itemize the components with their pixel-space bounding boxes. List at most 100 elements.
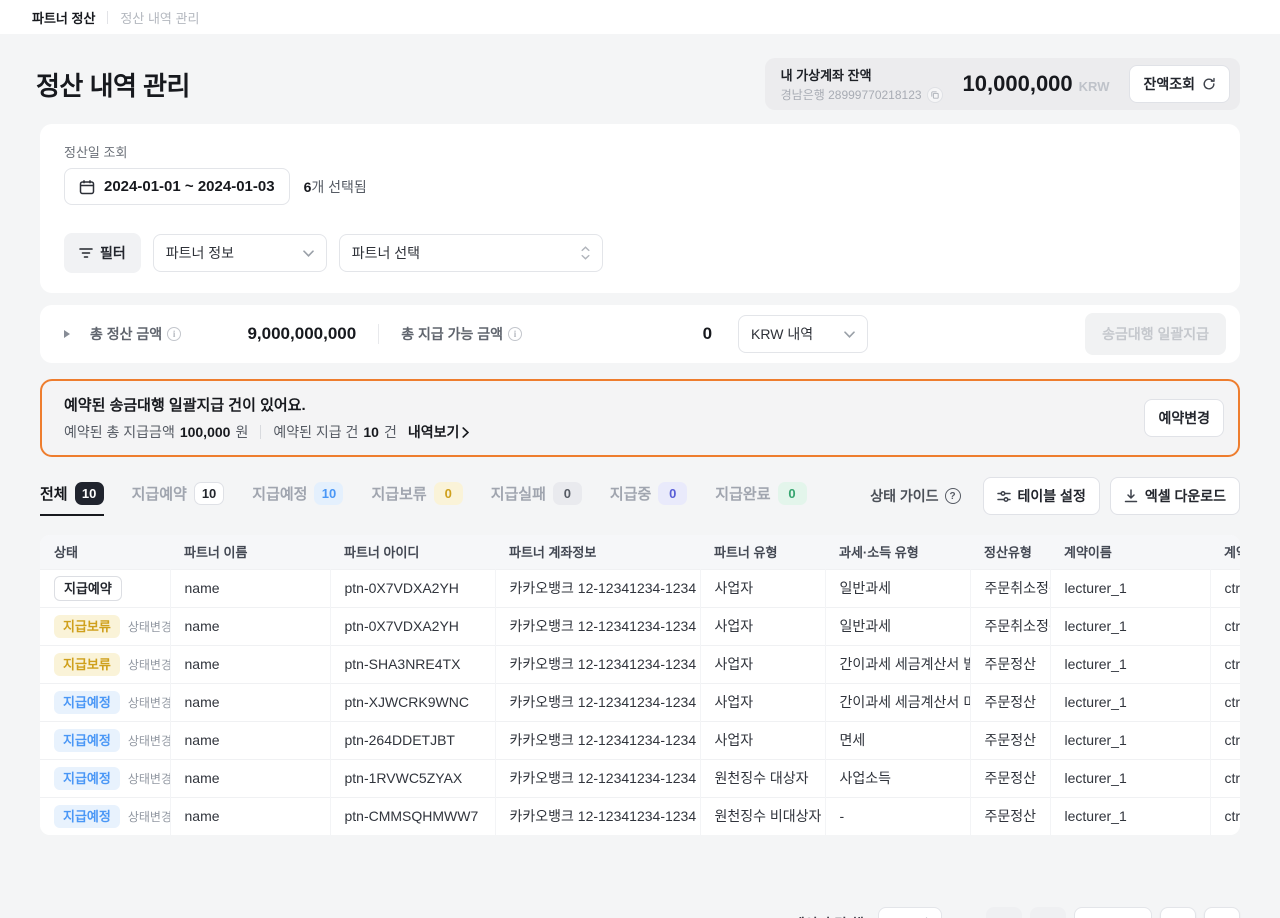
status-cell: 지급예정 상태변경 — [40, 683, 170, 721]
status-change-link[interactable]: 상태변경 — [128, 618, 170, 635]
table-row: 지급예정상태변경nameptn-XJWCRK9WNC카카오뱅크 12-12341… — [40, 683, 1240, 721]
bulk-transfer-button[interactable]: 송금대행 일괄지급 — [1085, 313, 1226, 355]
status-change-link[interactable]: 상태변경 — [128, 770, 170, 787]
table-cell: 사업자 — [700, 607, 825, 645]
table-cell: lecturer_1 — [1050, 759, 1210, 797]
table-cell: lecturer_1 — [1050, 645, 1210, 683]
table-cell: name — [170, 569, 330, 607]
tab-지급중[interactable]: 지급중 0 — [610, 482, 687, 516]
table-cell: 사업소득 — [825, 759, 970, 797]
total-settlement-value: 9,000,000,000 — [181, 324, 356, 344]
table-cell: name — [170, 683, 330, 721]
table-cell: 주문정산 — [970, 683, 1050, 721]
selected-count: 6개 선택됨 — [304, 177, 367, 197]
page-indicator[interactable]: 9 / 99 — [1074, 907, 1152, 918]
table-cell: name — [170, 607, 330, 645]
tab-전체[interactable]: 전체10 — [40, 482, 104, 516]
table-cell: 일반과세 — [825, 607, 970, 645]
table-cell: name — [170, 759, 330, 797]
table-cell: ptn-0X7VDXA2YH — [330, 607, 495, 645]
rows-per-page-stepper[interactable]: 10 — [878, 907, 942, 918]
balance-refresh-button[interactable]: 잔액조회 — [1129, 65, 1230, 103]
rows-per-page-label: 페이지 당 행 — [792, 914, 864, 918]
tab-지급실패[interactable]: 지급실패0 — [491, 482, 582, 516]
filter-icon — [79, 247, 93, 259]
tab-count-badge: 0 — [553, 482, 582, 505]
table-cell: 주문취소정산 — [970, 569, 1050, 607]
table-cell: - — [825, 797, 970, 835]
first-page-button[interactable]: « — [986, 907, 1022, 918]
table-cell: ptn-264DDETJBT — [330, 721, 495, 759]
tab-count-badge: 0 — [778, 482, 807, 505]
tab-count-badge: 0 — [658, 482, 687, 505]
change-reservation-button[interactable]: 예약변경 — [1144, 399, 1224, 437]
column-header: 계약 — [1210, 535, 1240, 569]
breadcrumb-page[interactable]: 정산 내역 관리 — [120, 8, 199, 27]
currency-select[interactable]: KRW 내역 — [738, 315, 868, 353]
column-header: 계약이름 — [1050, 535, 1210, 569]
breadcrumb: 파트너 정산 정산 내역 관리 — [0, 0, 1280, 34]
table-cell: 주문정산 — [970, 759, 1050, 797]
prev-page-button[interactable]: ‹ — [1030, 907, 1066, 918]
info-icon[interactable]: i — [508, 327, 522, 341]
table-cell: 주문정산 — [970, 645, 1050, 683]
filter-button[interactable]: 필터 — [64, 233, 141, 273]
date-range-value: 2024-01-01 ~ 2024-01-03 — [104, 178, 275, 195]
table-cell: name — [170, 645, 330, 683]
table-cell: 사업자 — [700, 721, 825, 759]
table-cell: 간이과세 세금계산서 미발행 — [825, 683, 970, 721]
date-range-picker[interactable]: 2024-01-01 ~ 2024-01-03 — [64, 168, 290, 205]
balance-currency: KRW — [1079, 79, 1110, 94]
table-cell: ptn-SHA3NRE4TX — [330, 645, 495, 683]
last-page-button[interactable]: » — [1204, 907, 1240, 918]
status-badge: 지급보류 — [54, 615, 120, 638]
table-cell: 사업자 — [700, 569, 825, 607]
table-settings-button[interactable]: 테이블 설정 — [983, 477, 1100, 515]
column-header: 정산유형 — [970, 535, 1050, 569]
status-badge: 지급보류 — [54, 653, 120, 676]
status-change-link[interactable]: 상태변경 — [128, 694, 170, 711]
filter-card: 정산일 조회 2024-01-01 ~ 2024-01-03 6개 선택됨 필터… — [40, 124, 1240, 293]
table-cell: 카카오뱅크 12-12341234-1234 — [495, 569, 700, 607]
chevron-right-icon — [462, 427, 469, 438]
table-cell: 카카오뱅크 12-12341234-1234 — [495, 721, 700, 759]
status-guide-link[interactable]: 상태 가이드 ? — [870, 486, 960, 506]
partner-select[interactable]: 파트너 선택 — [339, 234, 603, 272]
tab-지급보류[interactable]: 지급보류0 — [371, 482, 462, 516]
tab-label: 지급예약 — [132, 483, 187, 504]
next-page-button[interactable]: › — [1160, 907, 1196, 918]
reservation-banner: 예약된 송금대행 일괄지급 건이 있어요. 예약된 총 지급금액 100,000… — [40, 379, 1240, 457]
balance-amount: 10,000,000 — [963, 71, 1073, 97]
column-header: 파트너 이름 — [170, 535, 330, 569]
info-icon[interactable]: i — [167, 327, 181, 341]
tab-지급완료[interactable]: 지급완료0 — [715, 482, 806, 516]
table-cell: 면세 — [825, 721, 970, 759]
breadcrumb-section[interactable]: 파트너 정산 — [32, 8, 95, 27]
table-header-row: 상태파트너 이름파트너 아이디파트너 계좌정보파트너 유형과세·소득 유형정산유… — [40, 535, 1240, 569]
table-row: 지급보류상태변경nameptn-SHA3NRE4TX카카오뱅크 12-12341… — [40, 645, 1240, 683]
status-cell: 지급보류 상태변경 — [40, 645, 170, 683]
column-header: 상태 — [40, 535, 170, 569]
partner-info-select[interactable]: 파트너 정보 — [153, 234, 327, 272]
status-change-link[interactable]: 상태변경 — [128, 656, 170, 673]
table-cell: ctr-N — [1210, 607, 1240, 645]
view-details-link[interactable]: 내역보기 — [408, 422, 470, 442]
table-cell: 원천징수 비대상자 — [700, 797, 825, 835]
copy-icon[interactable] — [927, 87, 943, 103]
chevron-down-icon — [844, 331, 855, 338]
pagination: 페이지 당 행 10 « ‹ 9 / 99 › » — [0, 835, 1280, 918]
status-change-link[interactable]: 상태변경 — [128, 808, 170, 825]
tab-label: 지급중 — [610, 483, 651, 504]
banner-amount-label: 예약된 총 지급금액 — [64, 422, 175, 442]
expand-caret-icon[interactable] — [64, 330, 70, 338]
table-cell: 주문정산 — [970, 797, 1050, 835]
status-change-link[interactable]: 상태변경 — [128, 732, 170, 749]
table-cell: lecturer_1 — [1050, 683, 1210, 721]
excel-download-button[interactable]: 엑셀 다운로드 — [1110, 477, 1240, 515]
status-badge: 지급예정 — [54, 691, 120, 714]
table-cell: 사업자 — [700, 683, 825, 721]
tab-지급예약[interactable]: 지급예약10 — [132, 482, 225, 516]
tab-지급예정[interactable]: 지급예정10 — [252, 482, 343, 516]
page-title: 정산 내역 관리 — [36, 66, 190, 103]
date-filter-label: 정산일 조회 — [64, 142, 1216, 161]
